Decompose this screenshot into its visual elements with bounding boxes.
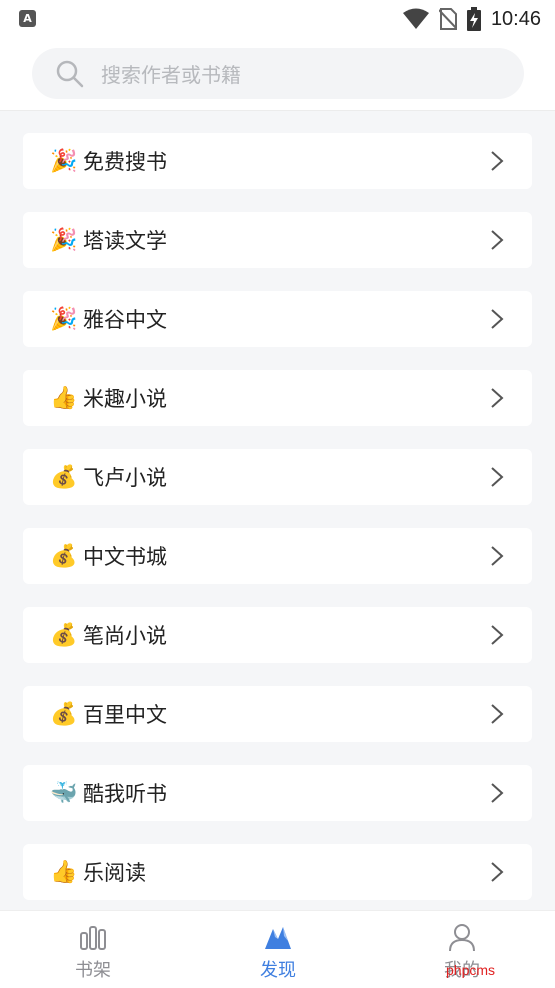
search-icon [56,60,84,87]
list-item[interactable]: 👍 乐阅读 [23,844,532,900]
party-popper-icon: 🎉 [50,148,78,174]
list-item-label: 雅谷中文 [83,308,167,332]
list-item-label: 百里中文 [83,703,167,727]
list-item[interactable]: 💰 笔尚小说 [23,607,532,663]
list-item[interactable]: 🎉 雅谷中文 [23,291,532,347]
money-bag-icon: 💰 [50,464,78,490]
chevron-right-icon [491,388,504,408]
profile-icon [449,924,475,952]
tab-label: 发现 [260,960,296,981]
party-popper-icon: 🎉 [50,306,78,332]
list-item-label: 塔读文学 [83,229,167,253]
chevron-right-icon [491,230,504,250]
list-item-label: 酷我听书 [83,782,167,806]
header: 搜索作者或书籍 [0,38,555,111]
source-list: 🎉 免费搜书 🎉 塔读文学 🎉 雅谷中文 👍 米趣小说 💰 飞卢小说 💰 中文书… [23,133,532,923]
chevron-right-icon [491,625,504,645]
money-bag-icon: 💰 [50,543,78,569]
tab-bookshelf[interactable]: 书架 [33,911,153,988]
app-notification-icon: A [19,10,36,27]
list-item[interactable]: 💰 飞卢小说 [23,449,532,505]
search-placeholder: 搜索作者或书籍 [101,63,241,87]
list-item[interactable]: 🎉 免费搜书 [23,133,532,189]
search-input[interactable]: 搜索作者或书籍 [32,48,524,99]
status-bar: A 10:46 [0,0,555,38]
chevron-right-icon [491,467,504,487]
money-bag-icon: 💰 [50,622,78,648]
list-item[interactable]: 🐳 酷我听书 [23,765,532,821]
chevron-right-icon [491,151,504,171]
watermark: phpcms [446,962,496,978]
status-right: 10:46 [402,6,541,32]
bookshelf-icon [80,926,106,950]
chevron-right-icon [491,309,504,329]
list-item[interactable]: 👍 米趣小说 [23,370,532,426]
tab-discover[interactable]: 发现 [218,911,338,988]
status-time: 10:46 [490,7,541,30]
wifi-icon [402,8,429,29]
chevron-right-icon [491,862,504,882]
discover-icon [265,927,291,949]
battery-charging-icon [466,7,481,31]
money-bag-icon: 💰 [50,701,78,727]
list-item-label: 笔尚小说 [83,624,167,648]
list-item[interactable]: 💰 百里中文 [23,686,532,742]
list-item-label: 乐阅读 [83,861,146,885]
chevron-right-icon [491,783,504,803]
chevron-right-icon [491,546,504,566]
party-popper-icon: 🎉 [50,227,78,253]
whale-icon: 🐳 [50,780,78,806]
list-item-label: 中文书城 [83,545,167,569]
no-sim-icon [438,8,457,30]
thumbs-up-icon: 👍 [50,859,78,885]
tab-label: 书架 [75,960,111,981]
chevron-right-icon [491,704,504,724]
list-item-label: 飞卢小说 [83,466,167,490]
list-item[interactable]: 💰 中文书城 [23,528,532,584]
thumbs-up-icon: 👍 [50,385,78,411]
list-item-label: 免费搜书 [83,150,167,174]
list-item-label: 米趣小说 [83,387,167,411]
list-item[interactable]: 🎉 塔读文学 [23,212,532,268]
